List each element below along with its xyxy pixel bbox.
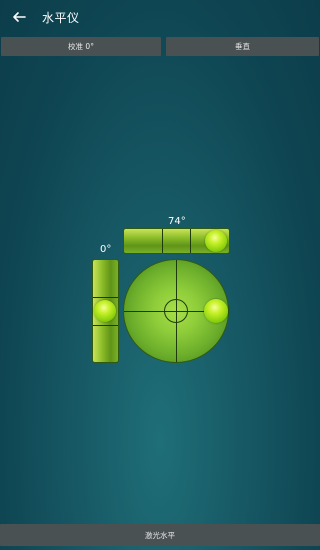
calibrate-button[interactable]: 校准 0° xyxy=(1,37,161,56)
arrow-left-icon xyxy=(13,12,26,22)
back-button[interactable] xyxy=(8,6,30,28)
crosshair-center-ring xyxy=(164,299,188,323)
vial-marker-top xyxy=(93,297,118,298)
vertical-button[interactable]: 垂直 xyxy=(166,37,319,56)
bullseye-bubble xyxy=(204,299,228,323)
page-title: 水平仪 xyxy=(42,11,80,25)
vertical-bubble xyxy=(94,300,116,322)
laser-level-button[interactable]: 激光水平 xyxy=(0,524,320,546)
vertical-angle-readout: 0° xyxy=(100,244,112,255)
vial-marker-right xyxy=(190,229,191,253)
vial-marker-bottom xyxy=(93,325,118,326)
vial-marker-left xyxy=(162,229,163,253)
horizontal-angle-readout: 74° xyxy=(168,216,186,227)
horizontal-bubble xyxy=(205,230,227,252)
app-bar: 水平仪 xyxy=(0,0,320,34)
